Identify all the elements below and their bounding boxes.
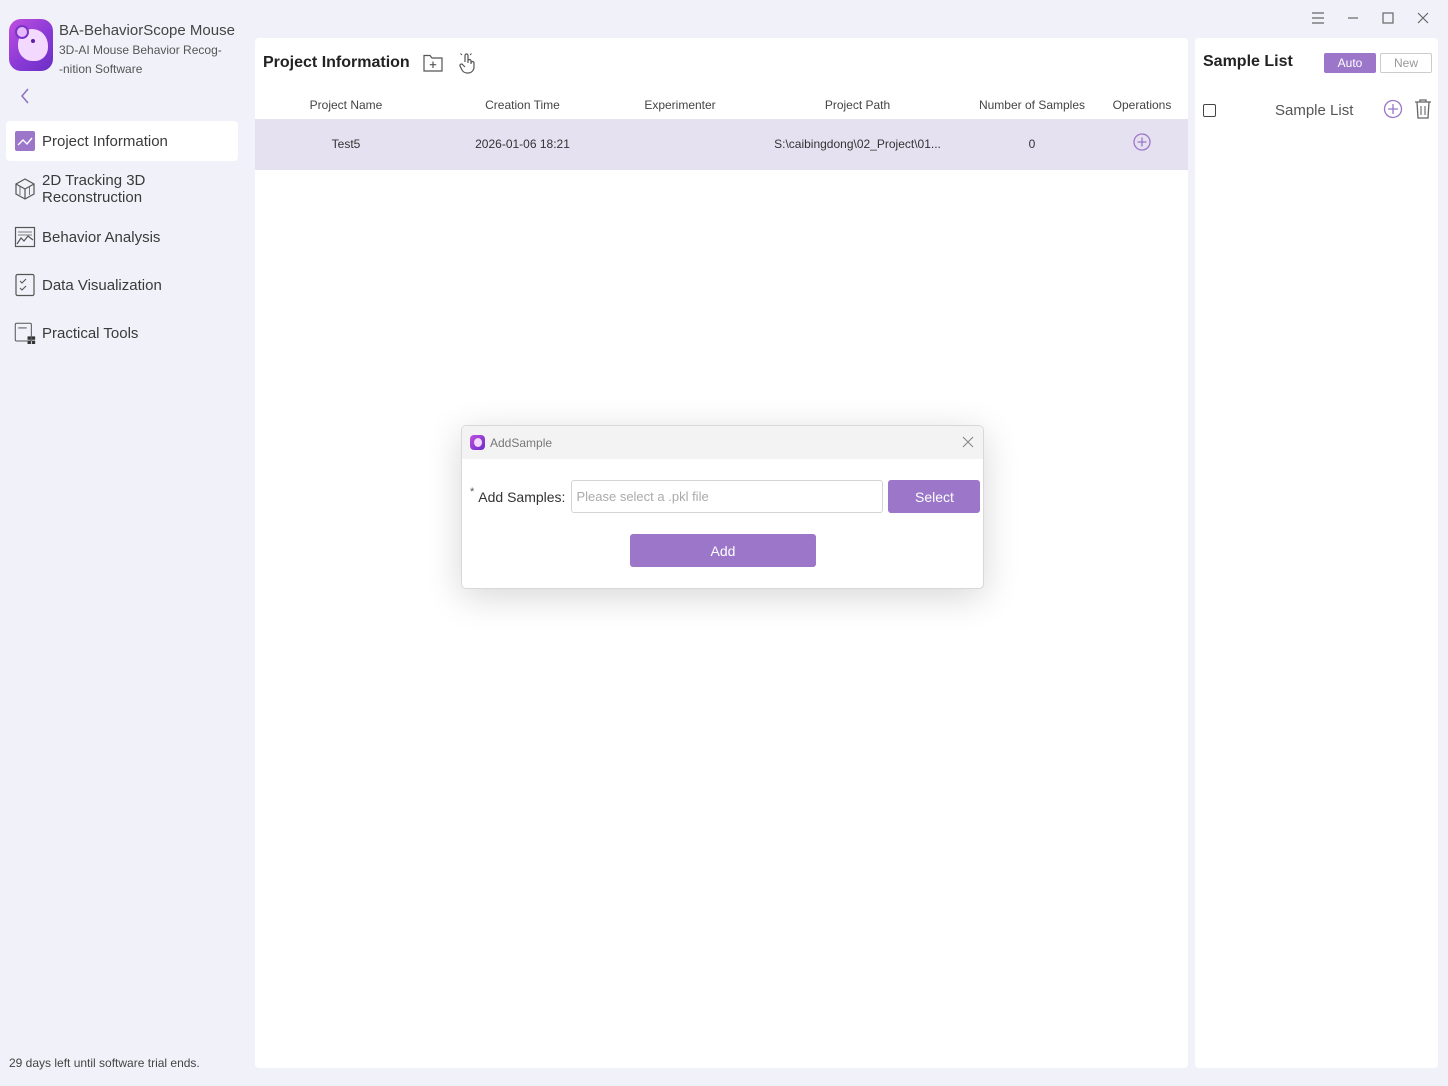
open-project-button[interactable]: [456, 52, 478, 74]
page-title: Project Information: [263, 54, 410, 71]
brand: BA-BehaviorScope Mouse 3D-AI Mouse Behav…: [9, 19, 235, 79]
app-logo: [9, 19, 53, 71]
close-icon: [1417, 12, 1428, 24]
close-window-button[interactable]: [1405, 8, 1440, 28]
menu-button[interactable]: [1300, 8, 1335, 28]
plus-circle-icon: [1383, 99, 1403, 119]
sidebar-item-project-information[interactable]: Project Information: [6, 121, 238, 161]
column-header-creation-time: Creation Time: [485, 98, 560, 112]
column-header-experimenter: Experimenter: [644, 98, 716, 112]
minimize-button[interactable]: [1335, 8, 1370, 28]
cell-creation-time: 2026-01-06 18:21: [475, 137, 570, 151]
maximize-icon: [1381, 12, 1394, 24]
sidebar-nav: Project Information 2D Tracking 3D Recon…: [6, 121, 238, 361]
new-project-button[interactable]: [422, 52, 444, 74]
cube-icon: [14, 177, 36, 201]
minimize-icon: [1347, 17, 1358, 19]
sidebar-item-label: Project Information: [42, 132, 168, 150]
sample-list-panel: Sample List Auto New Sample List: [1195, 38, 1438, 1068]
app-logo-icon: [470, 435, 485, 450]
cell-operations: [1107, 133, 1177, 158]
hamburger-icon: [1311, 12, 1324, 24]
chart-area-icon: [14, 129, 36, 153]
sidebar: BA-BehaviorScope Mouse 3D-AI Mouse Behav…: [0, 0, 248, 1086]
mode-toggle: Auto New: [1324, 53, 1432, 73]
mode-new-button[interactable]: New: [1380, 53, 1432, 73]
column-header-project-path: Project Path: [824, 98, 891, 112]
sidebar-item-label: Behavior Analysis: [42, 228, 161, 246]
select-file-button[interactable]: Select: [888, 480, 981, 513]
sidebar-item-behavior-analysis[interactable]: Behavior Analysis: [6, 217, 238, 257]
app-subtitle-line1: 3D-AI Mouse Behavior Recog-: [59, 43, 222, 57]
tools-grid-icon: [14, 321, 36, 345]
dialog-title-bar: AddSample: [462, 426, 983, 459]
cell-project-name: Test5: [331, 137, 361, 151]
cell-number-of-samples: 0: [1028, 137, 1036, 151]
brand-text: BA-BehaviorScope Mouse 3D-AI Mouse Behav…: [59, 21, 235, 79]
dialog-title: AddSample: [490, 435, 553, 450]
app-subtitle-line2: -nition Software: [59, 62, 143, 76]
cell-project-path: S:\caibingdong\02_Project\01...: [774, 137, 941, 151]
add-samples-row: * Add Samples: Select: [470, 480, 981, 513]
table-header: Project Name Creation Time Experimenter …: [255, 94, 1188, 118]
collapse-sidebar-button[interactable]: [16, 86, 34, 106]
table-row[interactable]: Test5 2026-01-06 18:21 S:\caibingdong\02…: [255, 119, 1188, 170]
add-sample-row-button[interactable]: [1133, 133, 1151, 151]
sample-list-header: Sample List: [1203, 98, 1433, 122]
sidebar-item-label: Data Visualization: [42, 276, 162, 294]
close-icon: [962, 436, 974, 448]
sidebar-item-label: Practical Tools: [42, 324, 139, 342]
plus-circle-icon: [1133, 133, 1151, 151]
dialog-close-button[interactable]: [961, 435, 975, 449]
pkl-file-input[interactable]: [571, 480, 884, 513]
sidebar-item-2d-tracking-3d-reconstruction[interactable]: 2D Tracking 3D Reconstruction: [6, 169, 238, 209]
add-sample-dialog: AddSample * Add Samples: Select Add: [461, 425, 984, 589]
column-header-operations: Operations: [1112, 98, 1172, 112]
required-mark: *: [470, 485, 475, 498]
main-header: Project Information: [263, 52, 478, 74]
checklist-icon: [14, 273, 36, 297]
window-controls: [1300, 8, 1440, 28]
maximize-button[interactable]: [1370, 8, 1405, 28]
mode-auto-button[interactable]: Auto: [1324, 53, 1376, 73]
hand-pointer-icon: [459, 53, 475, 74]
sidebar-item-label: 2D Tracking 3D Reconstruction: [42, 172, 146, 206]
column-header-project-name: Project Name: [309, 98, 383, 112]
add-sample-button[interactable]: [1383, 99, 1403, 124]
sample-list-title: Sample List: [1203, 53, 1293, 70]
add-samples-label: Add Samples:: [478, 488, 566, 505]
column-header-number-of-samples: Number of Samples: [978, 98, 1086, 112]
folder-add-icon: [423, 54, 443, 72]
delete-sample-button[interactable]: [1413, 98, 1433, 125]
line-chart-icon: [14, 225, 36, 249]
chevron-left-icon: [21, 88, 29, 104]
trial-notice: 29 days left until software trial ends.: [9, 1056, 200, 1070]
trash-icon: [1415, 99, 1431, 119]
app-title: BA-BehaviorScope Mouse: [59, 22, 235, 39]
sidebar-item-practical-tools[interactable]: Practical Tools: [6, 313, 238, 353]
sidebar-item-data-visualization[interactable]: Data Visualization: [6, 265, 238, 305]
add-button[interactable]: Add: [630, 534, 816, 567]
app-window: BA-BehaviorScope Mouse 3D-AI Mouse Behav…: [0, 0, 1448, 1086]
select-all-checkbox[interactable]: [1203, 103, 1216, 117]
sample-list-label: Sample List: [1275, 101, 1354, 119]
